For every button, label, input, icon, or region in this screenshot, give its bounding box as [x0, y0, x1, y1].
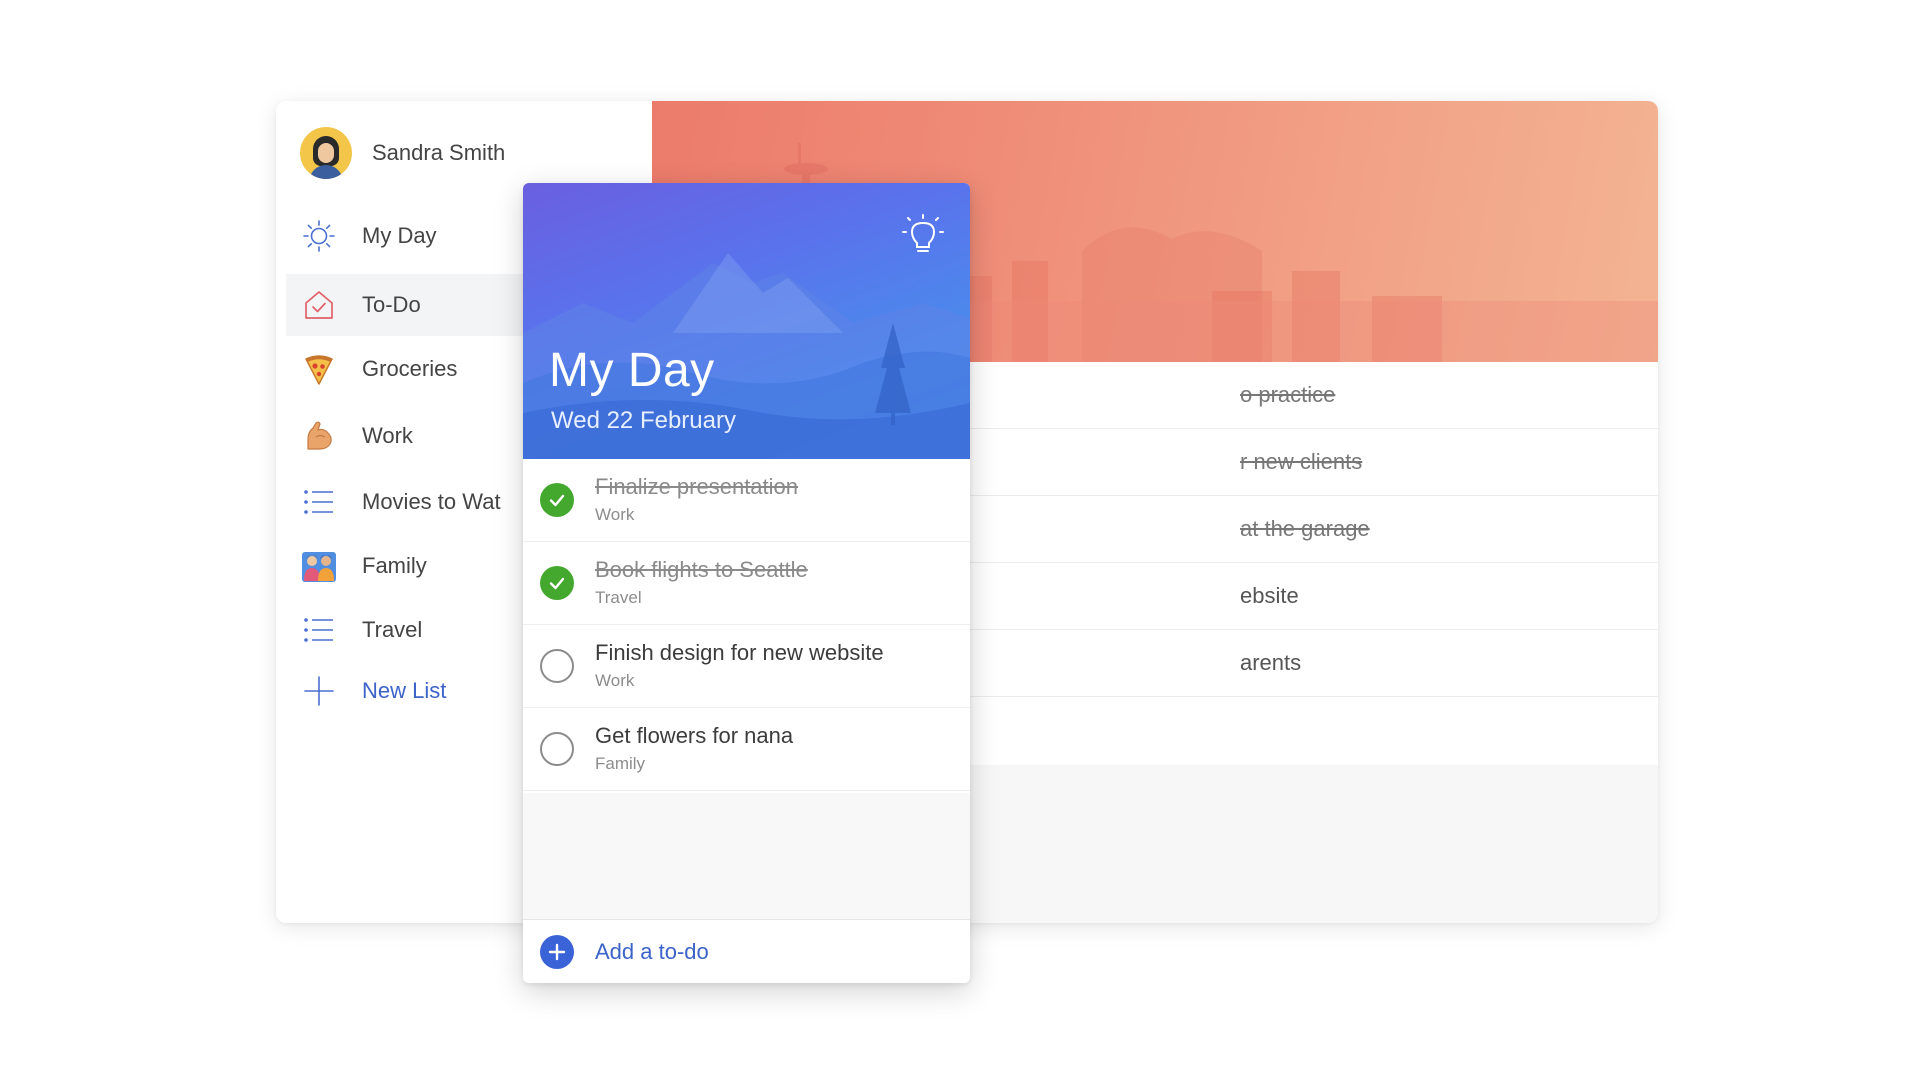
date-label: Wed 22 February [551, 407, 736, 434]
list-icon [300, 611, 338, 649]
list-icon [300, 483, 338, 521]
sidebar-item-label: Work [362, 423, 413, 448]
sidebar-item-label: To-Do [362, 292, 421, 317]
add-todo-label: Add a to-do [595, 938, 709, 964]
lightbulb-icon[interactable] [900, 213, 946, 259]
sidebar-item-label: My Day [362, 223, 437, 248]
profile[interactable]: Sandra Smith [300, 127, 505, 179]
task-title: Get flowers for nana [595, 723, 794, 748]
add-todo-button[interactable]: Add a to-do [523, 919, 970, 983]
empty-checkbox-icon[interactable] [540, 649, 574, 683]
task-list-name: Work [595, 505, 635, 524]
task-list-name: Work [595, 671, 635, 690]
completed-check-icon[interactable] [540, 483, 574, 517]
flexed-arm-icon [300, 417, 338, 455]
task-row[interactable]: Book flights to Seattle Travel [523, 542, 970, 625]
house-check-icon [300, 286, 338, 324]
add-circle-icon[interactable] [540, 934, 574, 969]
page-title: My Day [549, 344, 715, 397]
empty-checkbox-icon[interactable] [540, 732, 574, 766]
task-title: Finalize presentation [595, 474, 799, 499]
sidebar-item-label: Travel [362, 617, 423, 642]
task-row[interactable]: Finish design for new website Work [523, 625, 970, 708]
task-row[interactable]: Finalize presentation Work [523, 459, 970, 542]
my-day-card: My Day Wed 22 February Finalize presenta… [523, 183, 970, 983]
person-avatar-icon[interactable] [300, 127, 352, 179]
task-list-name: Travel [595, 588, 642, 607]
family-icon [300, 547, 338, 585]
task-row[interactable]: Get flowers for nana Family [523, 708, 970, 791]
my-day-header: My Day Wed 22 February [523, 183, 970, 459]
task-list-name: Family [595, 754, 646, 773]
sidebar-item-label: Family [362, 553, 427, 578]
task-title: Finish design for new website [595, 640, 884, 665]
task-title: Book flights to Seattle [595, 557, 808, 582]
completed-check-icon[interactable] [540, 566, 574, 600]
pizza-icon [300, 350, 338, 388]
task-list: Finalize presentation Work Book flights … [523, 459, 970, 791]
task-list-empty-area [523, 793, 970, 919]
sun-icon [300, 217, 338, 255]
new-list-label: New List [362, 678, 447, 703]
sidebar-item-label: Groceries [362, 356, 458, 381]
plus-icon [300, 672, 338, 710]
profile-name: Sandra Smith [372, 140, 506, 165]
sidebar-item-label: Movies to Wat [362, 489, 501, 514]
